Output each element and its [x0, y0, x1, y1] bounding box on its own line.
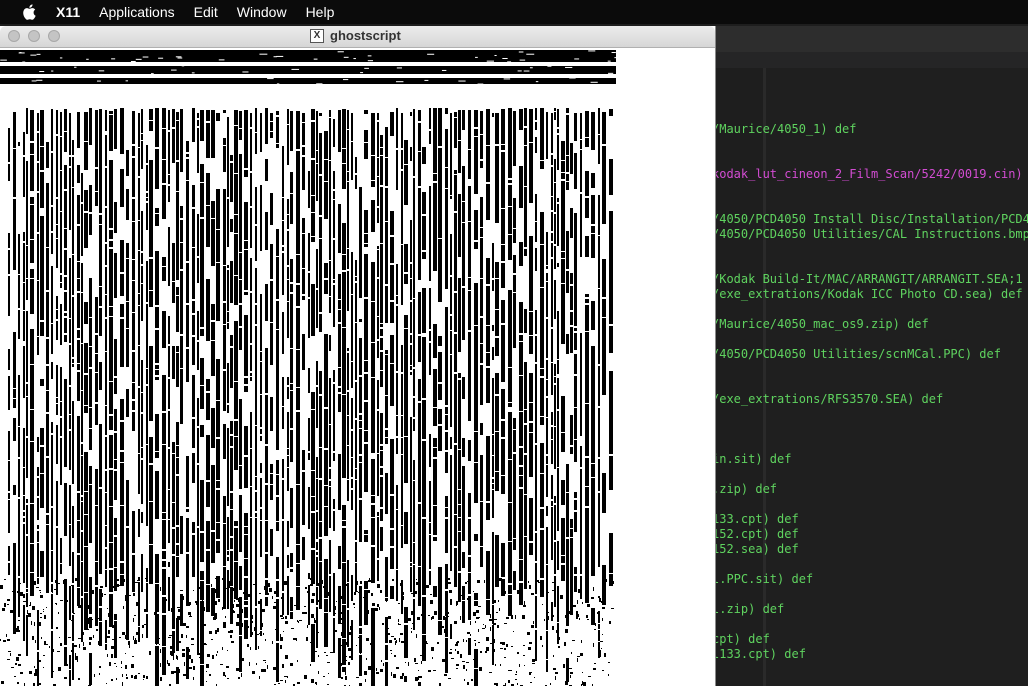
ghostscript-render-canvas — [0, 48, 616, 686]
code-line: .zip) def — [716, 482, 778, 496]
code-line: kodak_lut_cineon_2_Film_Scan/5242/0019.c… — [716, 167, 1023, 181]
code-line: /4050/PCD4050 Utilities/CAL Instructions… — [716, 227, 1028, 241]
x11-icon: X — [310, 28, 324, 43]
code-line: cpt) def — [716, 632, 770, 646]
window-title-text: ghostscript — [330, 28, 401, 43]
code-line: 133.cpt) def — [716, 512, 799, 526]
ghostscript-window[interactable]: X ghostscript — [0, 26, 716, 686]
zoom-button[interactable] — [48, 30, 60, 42]
code-line: /Kodak Build-It/MAC/ARRANGIT/ARRANGIT.SE… — [716, 272, 1023, 286]
background-editor-window[interactable]: /Maurice/4050_1) def kodak_lut_cineon_2_F… — [716, 26, 1028, 686]
menu-help[interactable]: Help — [306, 4, 335, 20]
menu-bar: X11 Applications Edit Window Help — [0, 0, 1028, 24]
menu-applications[interactable]: Applications — [99, 4, 175, 20]
code-line: 152.sea) def — [716, 542, 799, 556]
menu-window[interactable]: Window — [237, 4, 287, 20]
editor-tab-strip[interactable] — [716, 26, 1028, 52]
code-line: /exe_extrations/RFS3570.SEA) def — [716, 392, 944, 406]
apple-menu-icon[interactable] — [22, 4, 36, 20]
code-line: /Maurice/4050_mac_os9.zip) def — [716, 317, 929, 331]
code-line: l133.cpt) def — [716, 647, 806, 661]
code-line: /exe_extrations/Kodak ICC Photo CD.sea) … — [716, 287, 1023, 301]
garbled-render-output — [0, 50, 616, 686]
menu-app-x11[interactable]: X11 — [56, 4, 80, 20]
close-button[interactable] — [8, 30, 20, 42]
code-line: /4050/PCD4050 Install Disc/Installation/… — [716, 212, 1028, 226]
ghostscript-titlebar[interactable]: X ghostscript — [0, 26, 715, 48]
code-line: in.sit) def — [716, 452, 792, 466]
window-title: X ghostscript — [310, 28, 401, 43]
editor-breadcrumb-strip — [716, 52, 1028, 68]
code-line: l.zip) def — [716, 602, 785, 616]
minimize-button[interactable] — [28, 30, 40, 42]
code-line: l.PPC.sit) def — [716, 572, 814, 586]
ghostscript-blank-area — [616, 48, 715, 686]
code-line: /4050/PCD4050 Utilities/scnMCal.PPC) def — [716, 347, 1001, 361]
editor-side-panel — [766, 68, 1028, 686]
code-line: 152.cpt) def — [716, 527, 799, 541]
menu-edit[interactable]: Edit — [194, 4, 218, 20]
code-line: /Maurice/4050_1) def — [716, 122, 857, 136]
